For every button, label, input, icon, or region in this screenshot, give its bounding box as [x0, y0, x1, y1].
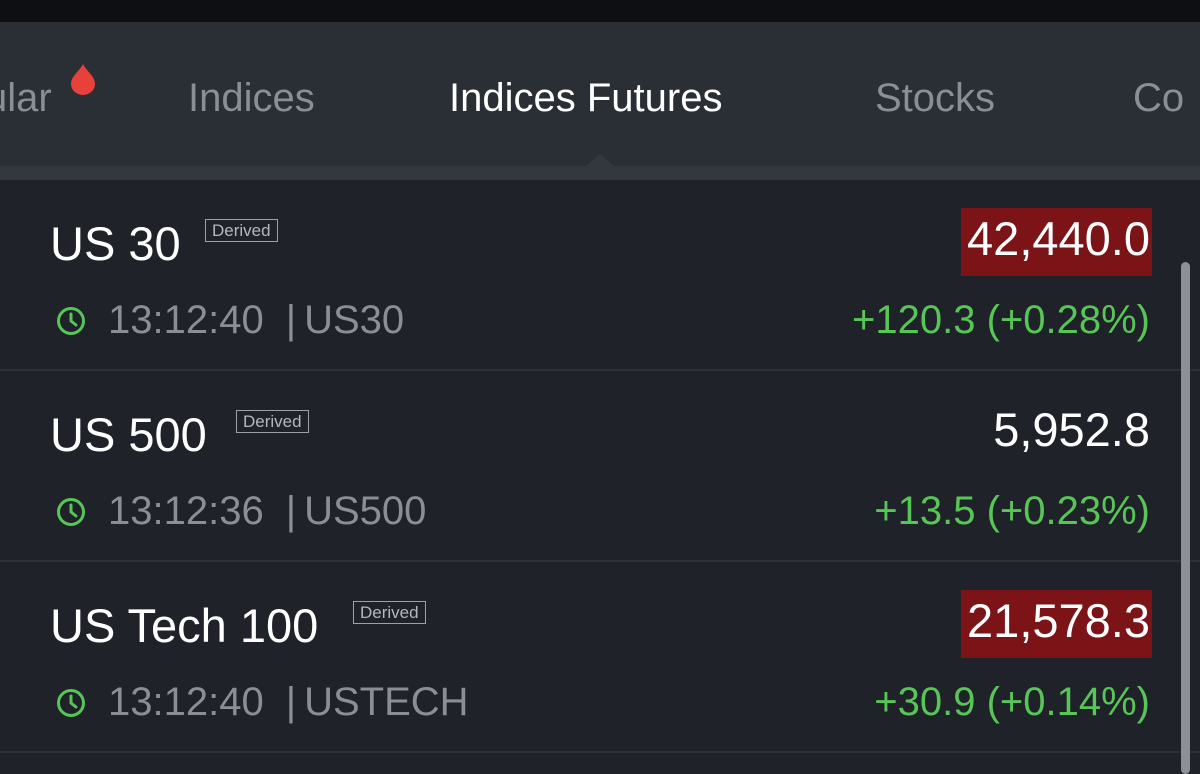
instrument-row-us30[interactable]: US 30 Derived 13:12:40 | US30 42,440.0 +12… [0, 180, 1200, 371]
flame-icon [71, 64, 95, 95]
instrument-row-us500[interactable]: US 500 Derived 13:12:36 | US500 5,952.8 +1… [0, 371, 1200, 562]
instrument-symbol: US500 [304, 489, 427, 533]
price-value: 42,440.0 [961, 208, 1152, 276]
status-bar [0, 0, 1200, 22]
category-tab-bar: ular Indices Indices Futures Stocks Co [0, 22, 1200, 166]
tab-commodities[interactable]: Co [1133, 74, 1184, 122]
instrument-symbol: US30 [304, 298, 405, 342]
price-change: +30.9 (+0.14%) [874, 680, 1150, 724]
tab-popular[interactable]: ular [0, 74, 52, 122]
instrument-row-ustech[interactable]: US Tech 100 Derived 13:12:40 | USTECH 21,5… [0, 562, 1200, 753]
instrument-name: US 500 [50, 408, 207, 461]
price-change: +120.3 (+0.28%) [852, 298, 1150, 342]
active-tab-indicator [585, 154, 615, 166]
quote-time: 13:12:36 [108, 489, 264, 533]
quote-meta: 13:12:40 | USTECH [108, 678, 469, 726]
instrument-list: US 30 Derived 13:12:40 | US30 42,440.0 +12… [0, 180, 1200, 774]
derived-badge: Derived [205, 219, 278, 242]
price-change: +13.5 (+0.23%) [874, 489, 1150, 533]
tab-indices[interactable]: Indices [188, 74, 315, 122]
quote-meta: 13:12:40 | US30 [108, 296, 404, 344]
tab-stocks[interactable]: Stocks [875, 74, 995, 122]
clock-icon [57, 307, 85, 335]
instrument-name: US 30 [50, 217, 181, 270]
clock-icon [57, 689, 85, 717]
clock-icon [57, 498, 85, 526]
quote-meta: 13:12:36 | US500 [108, 487, 426, 535]
meta-separator: | [285, 680, 297, 724]
tab-separator [0, 166, 1200, 180]
price-value: 5,952.8 [993, 403, 1150, 456]
instrument-symbol: USTECH [304, 680, 469, 724]
tab-indices-futures[interactable]: Indices Futures [449, 74, 722, 122]
meta-separator: | [285, 489, 297, 533]
scrollbar[interactable] [1181, 262, 1190, 774]
quote-time: 13:12:40 [108, 298, 264, 342]
derived-badge: Derived [353, 601, 426, 624]
derived-badge: Derived [236, 410, 309, 433]
quote-time: 13:12:40 [108, 680, 264, 724]
instrument-name: US Tech 100 [50, 599, 319, 652]
price-value: 21,578.3 [961, 590, 1152, 658]
meta-separator: | [285, 298, 297, 342]
